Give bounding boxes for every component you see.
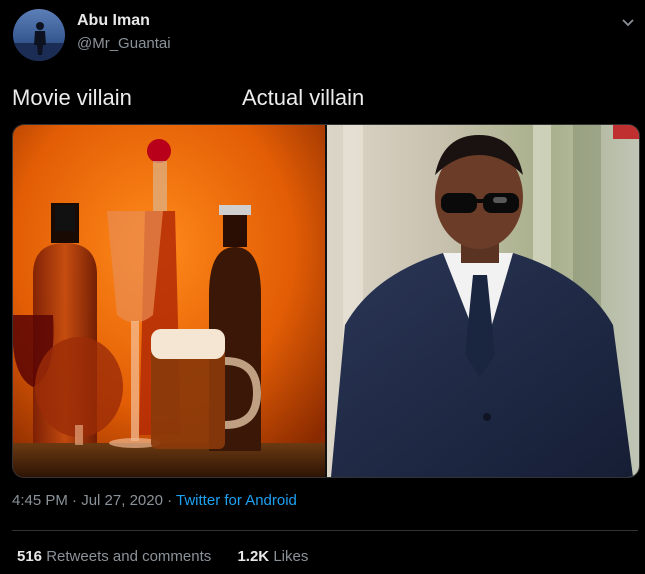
author-handle[interactable]: @Mr_Guantai xyxy=(77,35,171,52)
divider xyxy=(12,530,638,531)
retweets-count: 516 xyxy=(17,548,43,565)
likes-count: 1.2K xyxy=(237,548,270,565)
meta-separator: · xyxy=(162,492,177,509)
chevron-down-icon[interactable] xyxy=(617,12,639,34)
retweets-stat[interactable]: 516 Retweets and comments xyxy=(17,548,211,565)
tweet-media[interactable] xyxy=(12,124,640,478)
tweet-time[interactable]: 4:45 PM xyxy=(12,492,68,509)
avatar[interactable] xyxy=(13,9,65,61)
man-in-suit-image xyxy=(327,125,639,477)
drinks-image xyxy=(13,125,325,477)
tweet-date[interactable]: Jul 27, 2020 xyxy=(81,492,163,509)
tweet-text-right: Actual villain xyxy=(242,85,365,110)
likes-stat[interactable]: 1.2K Likes xyxy=(237,548,308,565)
likes-label: Likes xyxy=(273,548,309,565)
meta-separator: · xyxy=(67,492,82,509)
tweet-meta: 4:45 PM · Jul 27, 2020 · Twitter for And… xyxy=(12,492,297,509)
avatar-silhouette-icon xyxy=(13,22,65,61)
tweet-source-link[interactable]: Twitter for Android xyxy=(176,492,297,509)
retweets-label: Retweets and comments xyxy=(46,548,212,565)
author-name[interactable]: Abu Iman xyxy=(77,12,150,30)
tweet-stats: 516 Retweets and comments 1.2K Likes xyxy=(17,548,330,565)
tweet-text-left: Movie villain xyxy=(12,85,132,110)
